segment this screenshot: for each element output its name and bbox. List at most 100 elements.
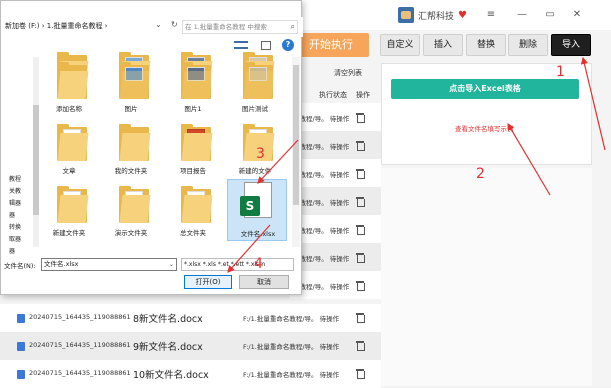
folder-item[interactable]: 图片1 xyxy=(163,55,223,117)
folder-item[interactable]: 文章 xyxy=(39,117,99,179)
filename-label: 文件名(N): xyxy=(4,262,36,270)
trash-icon[interactable] xyxy=(356,196,366,207)
filename-value: 文件名.xlsx xyxy=(44,260,79,268)
docx-file-icon xyxy=(17,314,25,323)
trash-icon[interactable] xyxy=(356,112,366,123)
folder-item[interactable]: 项目报告 xyxy=(163,117,223,179)
folder-item[interactable]: 添加名称 xyxy=(39,55,99,117)
folder-icon xyxy=(57,59,89,99)
nav-item[interactable]: 器 xyxy=(9,210,21,222)
row-path: F:/1.批量重命名教程/导。 xyxy=(243,371,318,379)
nav-item[interactable]: 取器 xyxy=(9,234,21,246)
filename-field[interactable]: 文件名.xlsx ⌄ xyxy=(41,258,177,271)
new-name: 10新文件名.docx xyxy=(133,370,209,381)
trash-icon[interactable] xyxy=(356,340,366,351)
step-number: 2 xyxy=(476,166,485,182)
row-path: F:/1.批量重命名教程/导。 xyxy=(243,315,318,323)
row-status: 待操作 xyxy=(329,227,350,235)
list-item[interactable]: 名教程/导。 待操作 xyxy=(290,103,381,131)
search-icon: ⌕ xyxy=(290,22,295,31)
minimize-button[interactable]: — xyxy=(513,7,531,23)
row-status: 待操作 xyxy=(329,143,350,151)
item-label: 项目报告 xyxy=(180,167,206,175)
folder-icon xyxy=(181,183,213,223)
filetype-select[interactable]: *.xlsx *.xls *.et *.ett *.xlsm xyxy=(181,258,294,271)
folder-icon xyxy=(57,183,89,223)
folder-icon xyxy=(119,121,151,161)
list-item[interactable]: 名教程/导。 待操作 xyxy=(290,243,381,271)
nav-item[interactable]: 教程 xyxy=(9,174,21,186)
trash-icon[interactable] xyxy=(356,252,366,263)
folder-item[interactable]: 新建文件夹 xyxy=(39,179,99,241)
delete-button[interactable]: 删除 xyxy=(508,34,548,56)
trash-icon[interactable] xyxy=(356,140,366,151)
folder-item[interactable]: 图片测试 xyxy=(225,55,285,117)
item-label: 总文件夹 xyxy=(180,229,206,237)
folder-icon xyxy=(57,121,89,161)
list-item[interactable]: 名教程/导。 待操作 xyxy=(290,187,381,215)
refresh-icon[interactable]: ↻ xyxy=(171,20,178,29)
original-name: 20240715_164435_119088861 xyxy=(29,369,131,377)
chevron-down-icon[interactable]: ⌄ xyxy=(169,259,174,270)
insert-button[interactable]: 插入 xyxy=(423,34,463,56)
import-button[interactable]: 导入 xyxy=(551,34,591,56)
brand: 汇帮科技 ♥ xyxy=(398,7,467,23)
search-placeholder: 在 1.批量重命名教程 中搜索 xyxy=(185,23,267,31)
nav-item[interactable]: 辑器 xyxy=(9,198,21,210)
replace-button[interactable]: 替换 xyxy=(466,34,506,56)
item-label: 文件名.xlsx xyxy=(240,230,276,238)
list-item[interactable]: 名教程/导。 待操作 xyxy=(290,215,381,243)
import-excel-button[interactable]: 点击导入Excel表格 xyxy=(391,79,579,99)
item-label: 新建文件夹 xyxy=(52,229,86,237)
trash-icon[interactable] xyxy=(356,280,366,291)
cancel-button[interactable]: 取消 xyxy=(239,275,289,289)
item-label: 新建的文件 xyxy=(238,167,272,175)
folder-item[interactable]: 总文件夹 xyxy=(163,179,223,241)
address-bar: 新加卷 (F:) › 1.批量重命名教程 › ⌄ ↻ 在 1.批量重命名教程 中… xyxy=(1,17,303,37)
search-input[interactable]: 在 1.批量重命名教程 中搜索 ⌕ xyxy=(182,20,298,34)
nav-item[interactable]: 关教 xyxy=(9,186,21,198)
folder-item[interactable]: 图片 xyxy=(101,55,161,117)
close-button[interactable]: ✕ xyxy=(568,7,586,23)
trash-icon[interactable] xyxy=(356,312,366,323)
table-row[interactable]: 20240715_164435_119088861 10新文件名.docx F:… xyxy=(0,360,381,388)
item-label: 图片 xyxy=(124,105,138,113)
nav-item[interactable]: 转换 xyxy=(9,222,21,234)
trash-icon[interactable] xyxy=(356,368,366,379)
original-name: 20240715_164435_119088861 xyxy=(29,341,131,349)
custom-button[interactable]: 自定义 xyxy=(380,34,420,56)
table-row[interactable]: 20240715_164435_119088861 9新文件名.docx F:/… xyxy=(0,332,381,360)
row-status: 待操作 xyxy=(319,343,340,351)
open-button[interactable]: 打开(O) xyxy=(184,275,232,289)
clear-list-link[interactable]: 清空列表 xyxy=(334,68,362,78)
step-number: 4 xyxy=(254,256,263,272)
list-item[interactable]: 名教程/导。 待操作 xyxy=(290,131,381,159)
maximize-button[interactable]: ▭ xyxy=(541,7,559,23)
list-item[interactable]: 名教程/导。 待操作 xyxy=(290,271,381,299)
chevron-down-icon[interactable]: ⌄ xyxy=(155,20,162,29)
item-label: 我的文件夹 xyxy=(114,167,148,175)
step-number: 3 xyxy=(256,146,265,162)
excel-example-link[interactable]: 查看文件名填写示例 xyxy=(455,123,514,133)
folder-item[interactable]: 我的文件夹 xyxy=(101,117,161,179)
heart-icon[interactable]: ♥ xyxy=(458,10,467,21)
filetype-value: *.xlsx *.xls *.et *.ett *.xlsm xyxy=(184,261,266,268)
row-path: F:/1.批量重命名教程/导。 xyxy=(243,343,318,351)
row-status: 待操作 xyxy=(329,199,350,207)
new-name: 9新文件名.docx xyxy=(133,342,203,353)
list-item[interactable]: 名教程/导。 待操作 xyxy=(290,159,381,187)
trash-icon[interactable] xyxy=(356,224,366,235)
breadcrumb[interactable]: 新加卷 (F:) › 1.批量重命名教程 › xyxy=(5,21,107,31)
selected-file-item[interactable]: S 文件名.xlsx xyxy=(227,179,287,241)
file-list-header: 清空列表 执行状态 操作 xyxy=(290,62,375,102)
menu-icon[interactable]: ≡ xyxy=(482,7,500,23)
folder-item[interactable]: 新建的文件 xyxy=(225,117,285,179)
docx-file-icon xyxy=(17,370,25,379)
trash-icon[interactable] xyxy=(356,168,366,179)
content-scrollbar[interactable] xyxy=(292,57,300,247)
item-label: 图片1 xyxy=(184,105,202,113)
excel-file-icon: S xyxy=(240,182,274,226)
start-execute-button[interactable]: 开始执行 xyxy=(293,33,369,57)
table-row[interactable]: 20240715_164435_119088861 8新文件名.docx F:/… xyxy=(0,304,381,332)
folder-item[interactable]: 演示文件夹 xyxy=(101,179,161,241)
